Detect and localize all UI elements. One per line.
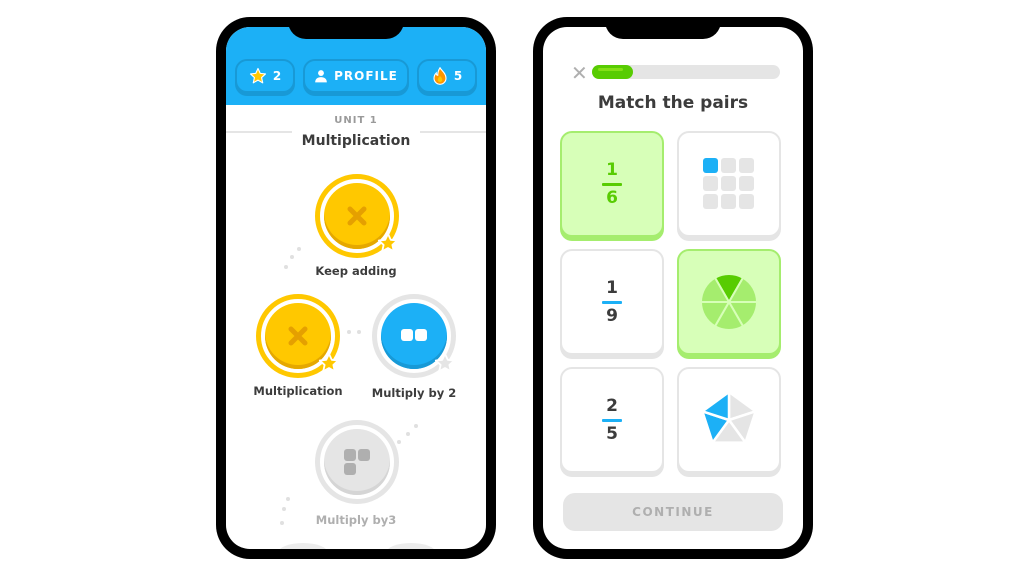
card-grid-1-of-9[interactable] xyxy=(677,131,781,237)
flame-icon xyxy=(433,67,447,85)
path-dot xyxy=(397,440,401,444)
fraction: 2 5 xyxy=(602,397,622,443)
star-icon xyxy=(249,67,266,84)
card-pie-1-of-6[interactable] xyxy=(677,249,781,355)
unit-label: UNIT 1 xyxy=(334,115,378,126)
numerator: 1 xyxy=(606,159,618,180)
star-badge-icon xyxy=(434,352,456,373)
profile-label: PROFILE xyxy=(334,69,398,83)
profile-button[interactable]: PROFILE xyxy=(303,59,409,93)
path-dot xyxy=(357,330,361,334)
card-fraction-2-5[interactable]: 2 5 xyxy=(560,367,664,473)
pie-icon xyxy=(699,273,759,331)
pentagon-icon xyxy=(701,390,757,444)
gems-count: 2 xyxy=(272,69,282,83)
card-fraction-1-9[interactable]: 1 9 xyxy=(560,249,664,355)
numerator: 1 xyxy=(606,277,618,298)
lesson-node-multiply-by-2[interactable] xyxy=(372,294,456,378)
phone-notch xyxy=(288,17,404,39)
lesson-node-keep-adding[interactable] xyxy=(315,174,399,258)
lesson-label: Multiplication xyxy=(253,384,343,398)
path-dot xyxy=(280,521,284,525)
close-icon[interactable]: ✕ xyxy=(571,63,588,83)
streak-count: 5 xyxy=(453,69,463,83)
continue-button[interactable]: CONTINUE xyxy=(563,493,783,531)
streak-button[interactable]: 5 xyxy=(417,59,477,93)
two-squares-icon xyxy=(401,329,427,341)
progress-shine xyxy=(598,68,623,71)
match-pairs-screen: ✕ Match the pairs 1 6 1 9 2 5 CONTINUE xyxy=(543,27,803,549)
lesson-label: Keep adding xyxy=(315,264,397,278)
progress-bar xyxy=(592,65,780,79)
multiply-icon xyxy=(347,206,367,226)
star-badge-icon xyxy=(318,352,340,373)
path-dot xyxy=(282,507,286,511)
path-dot xyxy=(347,330,351,334)
phone-frame-right: ✕ Match the pairs 1 6 1 9 2 5 CONTINUE xyxy=(533,17,813,559)
numerator: 2 xyxy=(606,395,618,416)
phone-frame-left: 2 PROFILE 5 UNIT 1 Multiplication Keep a… xyxy=(216,17,496,559)
path-dot xyxy=(406,432,410,436)
denominator: 5 xyxy=(606,423,618,444)
learning-path-screen: 2 PROFILE 5 UNIT 1 Multiplication Keep a… xyxy=(226,27,486,549)
gems-button[interactable]: 2 xyxy=(235,59,295,93)
path-dot xyxy=(286,497,290,501)
path-dot xyxy=(284,265,288,269)
lesson-node-multiply-by-3[interactable] xyxy=(315,420,399,504)
phone-notch xyxy=(605,17,721,39)
path-dot xyxy=(414,424,418,428)
denominator: 6 xyxy=(606,187,618,208)
lesson-node-partial xyxy=(386,543,436,549)
three-squares-icon xyxy=(344,449,370,475)
unit-title: Multiplication xyxy=(301,133,411,149)
card-fraction-1-6[interactable]: 1 6 xyxy=(560,131,664,237)
grid-icon xyxy=(703,158,754,209)
denominator: 9 xyxy=(606,305,618,326)
lesson-node-partial xyxy=(278,543,328,549)
fraction: 1 9 xyxy=(602,279,622,325)
fraction: 1 6 xyxy=(602,161,622,207)
person-icon xyxy=(315,70,327,83)
star-badge-icon xyxy=(377,232,399,253)
multiply-icon xyxy=(288,326,308,346)
path-dot xyxy=(297,247,301,251)
lesson-node-multiplication[interactable] xyxy=(256,294,340,378)
prompt-title: Match the pairs xyxy=(597,93,749,113)
path-dot xyxy=(290,255,294,259)
lesson-label: Multiply by 2 xyxy=(371,386,457,400)
card-pentagon-2-of-5[interactable] xyxy=(677,367,781,473)
lesson-label: Multiply by3 xyxy=(315,513,397,527)
